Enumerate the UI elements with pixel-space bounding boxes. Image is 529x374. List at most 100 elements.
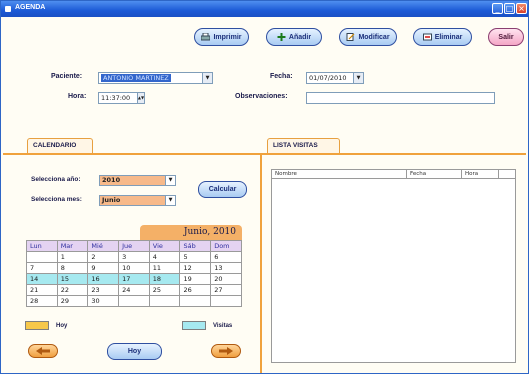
fecha-label: Fecha: — [270, 73, 293, 80]
hoy-legend-label: Hoy — [56, 323, 68, 329]
mes-value: Junio — [102, 196, 121, 204]
arrow-left-icon — [36, 347, 50, 355]
calendar-day-cell[interactable]: 8 — [56, 262, 89, 274]
chevron-down-icon[interactable]: ▼ — [202, 73, 212, 83]
mes-select[interactable]: Junio ▼ — [99, 195, 176, 206]
weekday-header: Lun — [26, 240, 58, 252]
observaciones-input[interactable] — [306, 92, 495, 104]
previous-month-button[interactable] — [28, 344, 58, 358]
weekday-header: Vie — [148, 240, 181, 252]
weekday-header: Dom — [210, 240, 242, 252]
anio-value: 2010 — [102, 176, 121, 184]
visitas-list[interactable]: Nombre Fecha Hora — [271, 169, 516, 363]
anio-select[interactable]: 2010 ▼ — [99, 175, 176, 186]
app-icon — [5, 6, 11, 12]
arrow-right-icon — [219, 347, 233, 355]
visitas-legend-swatch — [182, 321, 206, 330]
calcular-button[interactable]: Calcular — [198, 181, 247, 198]
calendar-day-cell[interactable]: 6 — [210, 251, 242, 263]
calendar-day-cell[interactable]: 24 — [118, 284, 150, 296]
maximize-button[interactable]: □ — [504, 3, 515, 14]
hora-label: Hora: — [68, 93, 87, 100]
imprimir-button[interactable]: Imprimir — [194, 28, 249, 46]
salir-button[interactable]: Salir — [488, 28, 524, 46]
anadir-button[interactable]: Añadir — [266, 28, 322, 46]
calendar-day-cell[interactable]: 11 — [148, 262, 181, 274]
calendar-day-cell[interactable]: 15 — [56, 273, 89, 285]
calendar-day-cell[interactable]: 5 — [179, 251, 212, 263]
calendar-day-cell[interactable]: 27 — [210, 284, 242, 296]
observaciones-label: Observaciones: — [235, 93, 288, 100]
calendar-day-cell[interactable]: 28 — [26, 295, 58, 307]
calendar-day-cell[interactable]: 21 — [26, 284, 58, 296]
spinner-arrows-icon[interactable]: ▲▼ — [137, 93, 144, 103]
tab-lista-visitas[interactable]: LISTA VISITAS — [267, 138, 340, 153]
window-title: AGENDA — [15, 4, 46, 11]
chevron-down-icon[interactable]: ▼ — [165, 196, 175, 205]
delete-icon — [422, 33, 432, 41]
calendar-day-cell[interactable]: 12 — [179, 262, 212, 274]
eliminar-button[interactable]: Eliminar — [413, 28, 472, 46]
column-header-fecha[interactable]: Fecha — [407, 170, 462, 179]
calendar-empty-cell — [118, 295, 150, 307]
anio-label: Selecciona año: — [31, 176, 81, 183]
column-header-hora[interactable]: Hora — [462, 170, 499, 179]
eliminar-label: Eliminar — [434, 33, 463, 41]
calendar-day-cell[interactable]: 18 — [148, 273, 181, 285]
calendar-day-cell[interactable]: 7 — [26, 262, 58, 274]
paciente-value: ANTONIO MARTINEZ — [101, 74, 171, 82]
panel-divider — [260, 153, 262, 373]
calendar-day-cell[interactable]: 25 — [148, 284, 181, 296]
calendar-week-row: 123456 — [26, 251, 242, 263]
calendar-grid: Lun Mar Mié Jue Vie Sáb Dom 1 2 3 4 5 6 7 8 9 10 11 12 13 1… — [26, 240, 242, 307]
calendar-day-cell[interactable]: 10 — [118, 262, 150, 274]
minimize-button[interactable]: _ — [492, 3, 503, 14]
paciente-combo[interactable]: ANTONIO MARTINEZ ▼ — [98, 72, 213, 84]
calendar-day-cell[interactable]: 14 — [26, 273, 58, 285]
hora-value: 11:37:00 — [101, 94, 131, 102]
agenda-window: AGENDA _ □ × Imprimir Añadir Modificar E… — [0, 0, 529, 374]
calendar-day-cell[interactable]: 19 — [179, 273, 212, 285]
close-button[interactable]: × — [516, 3, 527, 14]
calendar-day-cell[interactable]: 2 — [87, 251, 120, 263]
title-bar[interactable]: AGENDA _ □ × — [1, 1, 528, 17]
calendar-day-cell[interactable]: 17 — [118, 273, 150, 285]
visitas-legend-label: Visitas — [213, 323, 233, 329]
calendar-day-cell[interactable]: 22 — [56, 284, 89, 296]
calendar-week-row: 7 8 9 10 11 12 13 — [26, 262, 242, 274]
mes-label: Selecciona mes: — [31, 196, 82, 203]
calendar-empty-cell — [179, 295, 212, 307]
calendar-day-cell[interactable]: 3 — [118, 251, 150, 263]
paciente-label: Paciente: — [51, 73, 83, 80]
column-header-nombre[interactable]: Nombre — [272, 170, 407, 179]
calendar-day-cell[interactable]: 1 — [56, 251, 89, 263]
weekday-header: Mié — [87, 240, 120, 252]
calendar-month-title: Junio, 2010 — [140, 225, 242, 240]
modificar-label: Modificar — [358, 33, 390, 41]
calendar-day-cell[interactable]: 9 — [87, 262, 120, 274]
anadir-label: Añadir — [288, 33, 312, 41]
chevron-down-icon[interactable]: ▼ — [165, 176, 175, 185]
calendar-day-cell[interactable]: 4 — [148, 251, 181, 263]
calendar-day-cell[interactable]: 29 — [56, 295, 89, 307]
calendar-empty-cell — [210, 295, 242, 307]
calendar-day-cell[interactable]: 13 — [210, 262, 242, 274]
calendar-day-cell[interactable]: 30 — [87, 295, 120, 307]
weekday-header: Jue — [118, 240, 150, 252]
hora-spinner[interactable]: 11:37:00 ▲▼ — [98, 92, 145, 104]
modificar-button[interactable]: Modificar — [339, 28, 397, 46]
calendar-day-cell[interactable]: 26 — [179, 284, 212, 296]
tab-calendario[interactable]: CALENDARIO — [27, 138, 93, 153]
calendar-week-row: 14 15 16 17 18 19 20 — [26, 273, 242, 285]
calendar-day-cell[interactable]: 23 — [87, 284, 120, 296]
fecha-combo[interactable]: 01/07/2010 ▼ — [306, 72, 364, 84]
visitas-list-header: Nombre Fecha Hora — [272, 170, 515, 179]
salir-label: Salir — [498, 33, 514, 41]
chevron-down-icon[interactable]: ▼ — [353, 73, 363, 83]
printer-icon — [201, 33, 211, 41]
calendar-day-cell[interactable]: 16 — [87, 273, 120, 285]
hoy-button[interactable]: Hoy — [107, 343, 162, 360]
next-month-button[interactable] — [211, 344, 241, 358]
fecha-value: 01/07/2010 — [309, 74, 347, 82]
calendar-day-cell[interactable]: 20 — [210, 273, 242, 285]
